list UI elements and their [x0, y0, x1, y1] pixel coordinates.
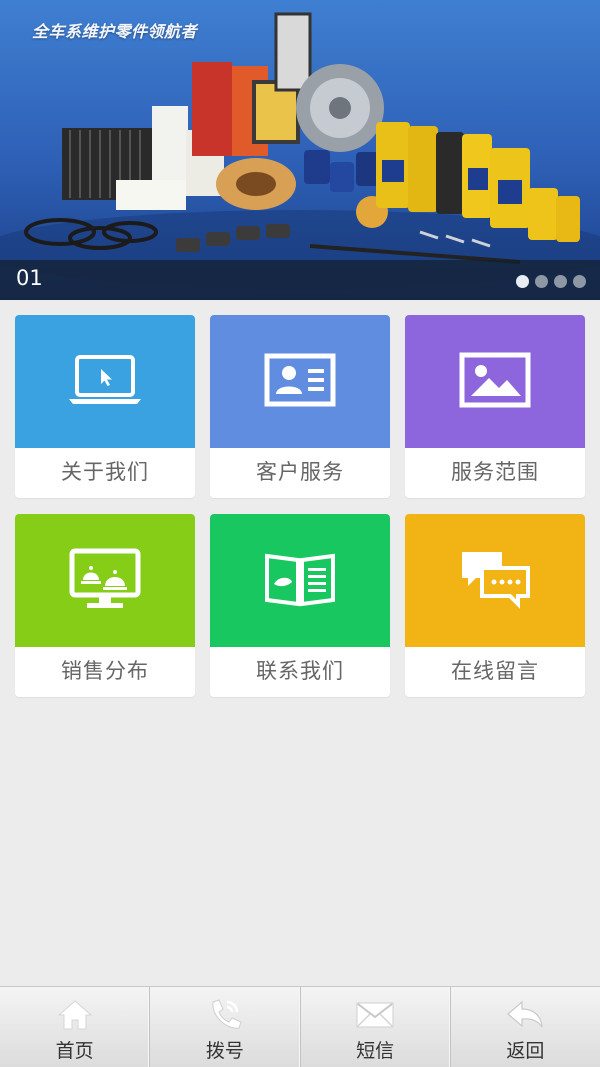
back-arrow-icon [505, 997, 545, 1033]
laptop-icon [69, 353, 141, 411]
picture-icon [459, 352, 531, 412]
tab-dial[interactable]: 拨号 [150, 987, 301, 1067]
monitor-icon [69, 548, 141, 614]
banner-slogan: 全车系维护零件领航者 [32, 22, 198, 41]
tab-home[interactable]: 首页 [0, 987, 151, 1067]
tile-label: 联系我们 [256, 659, 344, 683]
tile-icon-area [405, 315, 585, 448]
tab-back[interactable]: 返回 [451, 987, 600, 1067]
tab-sms[interactable]: 短信 [301, 987, 451, 1067]
banner-caption-bar: 01 [0, 260, 600, 300]
tile-about-us[interactable]: 关于我们 [15, 315, 195, 498]
tile-label: 关于我们 [61, 460, 149, 484]
tile-label: 客户服务 [256, 460, 344, 484]
tile-sales-distribution[interactable]: 销售分布 [15, 514, 195, 697]
tile-icon-area [210, 514, 390, 647]
phone-icon [205, 997, 245, 1033]
tile-icon-area [210, 315, 390, 448]
carousel-dot[interactable] [535, 275, 548, 288]
tab-label: 首页 [55, 1040, 94, 1062]
carousel-indicators [516, 275, 586, 288]
carousel-dot[interactable] [516, 275, 529, 288]
tile-service-scope[interactable]: 服务范围 [405, 315, 585, 498]
bottom-toolbar: 首页 拨号 短信 返回 [0, 986, 600, 1067]
banner-carousel[interactable]: 全车系维护零件领航者 01 [0, 0, 600, 300]
book-icon [264, 550, 336, 612]
tile-icon-area [405, 514, 585, 647]
contact-card-icon [264, 353, 336, 411]
tile-label: 服务范围 [451, 460, 539, 484]
chat-bubbles-icon [458, 548, 532, 614]
home-icon [55, 997, 95, 1033]
tab-label: 短信 [356, 1040, 395, 1062]
slide-number: 01 [16, 266, 43, 290]
carousel-dot[interactable] [573, 275, 586, 288]
envelope-icon [355, 997, 395, 1033]
tile-icon-area [15, 514, 195, 647]
tile-customer-service[interactable]: 客户服务 [210, 315, 390, 498]
tab-label: 返回 [506, 1040, 545, 1062]
menu-grid: 关于我们 客户服务 服务范围 销售分布 联系我们 在线留言 [15, 315, 585, 697]
auto-parts-photo [0, 12, 600, 290]
tile-icon-area [15, 315, 195, 448]
tile-label: 销售分布 [61, 659, 149, 683]
carousel-dot[interactable] [554, 275, 567, 288]
tile-contact-us[interactable]: 联系我们 [210, 514, 390, 697]
tile-label: 在线留言 [451, 659, 539, 683]
tile-online-message[interactable]: 在线留言 [405, 514, 585, 697]
tab-label: 拨号 [205, 1040, 244, 1062]
